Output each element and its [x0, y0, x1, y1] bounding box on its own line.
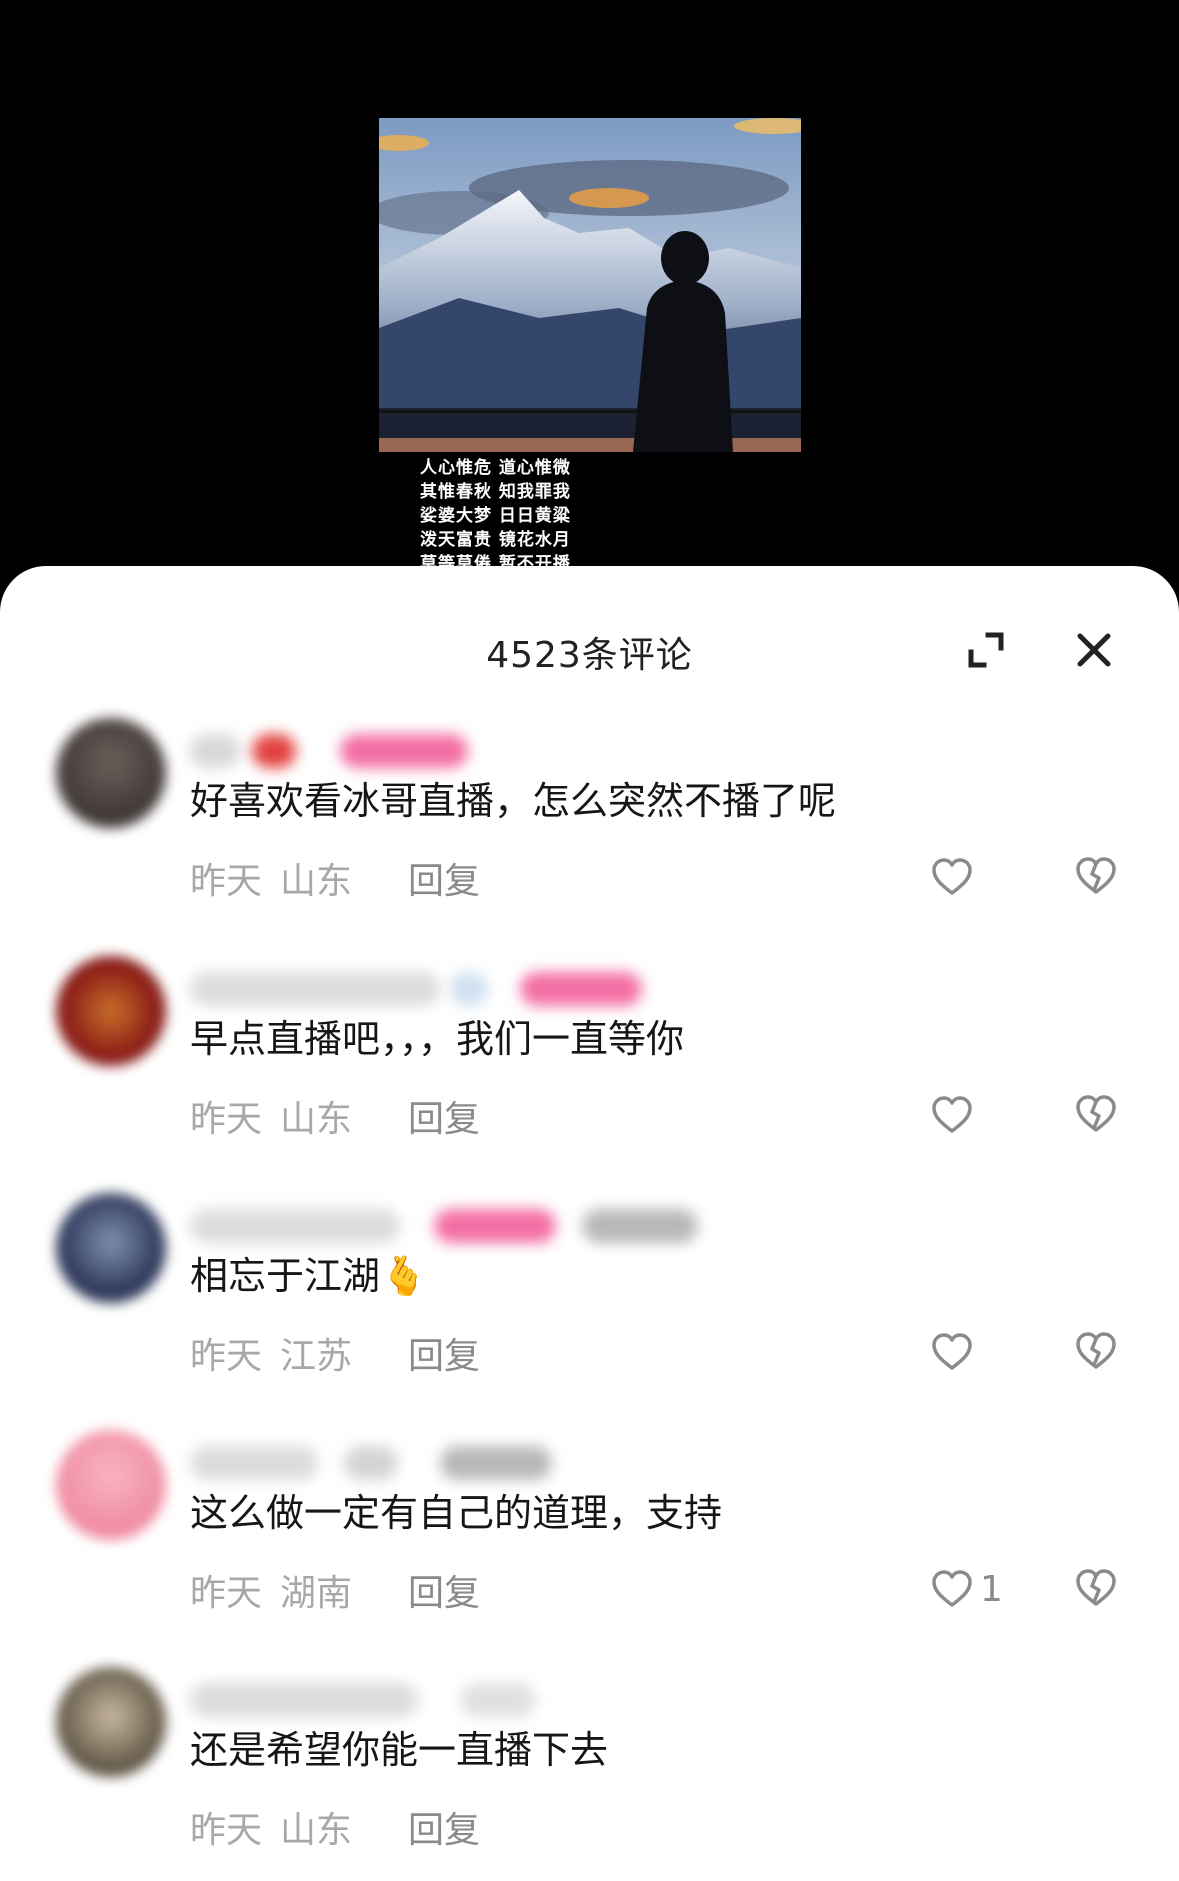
poem-line: 人心惟危 道心惟微	[420, 458, 571, 478]
comment-location: 山东	[280, 861, 353, 902]
dislike-button[interactable]	[1074, 1566, 1120, 1612]
comment-text: 相忘于江湖🫰	[190, 1254, 428, 1298]
comment-text: 这么做一定有自己的道理，支持	[190, 1491, 723, 1535]
comment-meta: 昨天 江苏	[190, 1327, 352, 1379]
comment-time: 昨天	[190, 861, 263, 902]
reply-button[interactable]: 回复	[408, 1090, 480, 1142]
comment-meta: 昨天 山东	[190, 1801, 352, 1853]
expand-icon	[968, 632, 1004, 668]
comment-text: 早点直播吧，，，我们一直等你	[190, 1017, 685, 1061]
user-badge-blurred	[252, 734, 296, 768]
dislike-button[interactable]	[1074, 1329, 1120, 1375]
comment-meta: 昨天 山东	[190, 852, 352, 904]
dislike-button[interactable]	[1074, 854, 1120, 900]
comment-location: 山东	[280, 1099, 353, 1140]
comment-item: 还是希望你能一直播下去 昨天 山东 回复	[0, 1667, 1179, 1881]
video-player[interactable]: 人心惟危 道心惟微 其惟春秋 知我罪我 娑婆大梦 日日黄粱 泼天富贵 镜花水月 …	[0, 0, 1179, 580]
username-blurred[interactable]	[190, 972, 440, 1006]
poem-line: 娑婆大梦 日日黄粱	[420, 506, 571, 526]
reply-button[interactable]: 回复	[408, 852, 480, 904]
reply-button[interactable]: 回复	[408, 1801, 480, 1853]
user-badge-blurred	[582, 1209, 698, 1243]
broken-heart-icon	[1076, 1095, 1116, 1132]
avatar[interactable]	[56, 956, 166, 1066]
comment-item: 这么做一定有自己的道理，支持 昨天 湖南 回复 1	[0, 1430, 1179, 1660]
user-badge-blurred	[344, 1446, 398, 1480]
username-blurred[interactable]	[190, 1209, 400, 1243]
heart-icon	[932, 1096, 972, 1133]
comment-time: 昨天	[190, 1336, 263, 1377]
heart-icon	[932, 1333, 972, 1370]
comment-meta: 昨天 湖南	[190, 1564, 352, 1616]
comment-time: 昨天	[190, 1573, 263, 1614]
reply-button[interactable]: 回复	[408, 1564, 480, 1616]
comment-meta: 昨天 山东	[190, 1090, 352, 1142]
heart-icon	[932, 858, 972, 895]
heart-icon	[932, 1570, 972, 1607]
reply-button[interactable]: 回复	[408, 1327, 480, 1379]
close-icon	[1077, 633, 1111, 667]
user-badge-blurred	[450, 972, 488, 1006]
avatar[interactable]	[56, 718, 166, 828]
comment-item: 早点直播吧，，，我们一直等你 昨天 山东 回复	[0, 956, 1179, 1186]
comment-text: 还是希望你能一直播下去	[190, 1728, 609, 1772]
dislike-button[interactable]	[1074, 1092, 1120, 1138]
comment-item: 好喜欢看冰哥直播，怎么突然不播了呢 昨天 山东 回复	[0, 718, 1179, 948]
comment-item: 相忘于江湖🫰 昨天 江苏 回复	[0, 1193, 1179, 1423]
like-button[interactable]	[930, 854, 980, 900]
username-blurred[interactable]	[190, 1683, 418, 1717]
user-tag-blurred	[520, 972, 642, 1006]
user-tag-blurred	[340, 734, 468, 768]
like-count: 1	[980, 1568, 1003, 1610]
comment-time: 昨天	[190, 1810, 263, 1851]
user-badge-blurred	[460, 1683, 536, 1717]
expand-button[interactable]	[962, 626, 1010, 674]
avatar[interactable]	[56, 1430, 166, 1540]
comment-location: 江苏	[280, 1336, 353, 1377]
user-tag-blurred	[440, 1446, 552, 1480]
comment-time: 昨天	[190, 1099, 263, 1140]
poem-line: 泼天富贵 镜花水月	[420, 530, 571, 550]
like-button[interactable]: 1	[930, 1566, 1003, 1612]
username-blurred[interactable]	[190, 1446, 318, 1480]
poem-caption: 人心惟危 道心惟微 其惟春秋 知我罪我 娑婆大梦 日日黄粱 泼天富贵 镜花水月 …	[420, 456, 620, 576]
like-button[interactable]	[930, 1092, 980, 1138]
broken-heart-icon	[1076, 857, 1116, 894]
comment-location: 山东	[280, 1810, 353, 1851]
avatar[interactable]	[56, 1667, 166, 1777]
poem-line: 其惟春秋 知我罪我	[420, 482, 571, 502]
comment-text: 好喜欢看冰哥直播，怎么突然不播了呢	[190, 779, 837, 823]
comment-location: 湖南	[280, 1573, 353, 1614]
close-button[interactable]	[1070, 626, 1118, 674]
broken-heart-icon	[1076, 1332, 1116, 1369]
sheet-header: 4523条评论	[0, 566, 1179, 696]
user-tag-blurred	[434, 1209, 556, 1243]
broken-heart-icon	[1076, 1569, 1116, 1606]
comment-sheet: 4523条评论 好喜欢看冰哥直播，怎么突然不播了呢 昨天 山东 回复 早点直播吧…	[0, 566, 1179, 1881]
avatar[interactable]	[56, 1193, 166, 1303]
username-blurred[interactable]	[190, 734, 240, 768]
video-thumbnail	[379, 118, 801, 452]
like-button[interactable]	[930, 1329, 980, 1375]
